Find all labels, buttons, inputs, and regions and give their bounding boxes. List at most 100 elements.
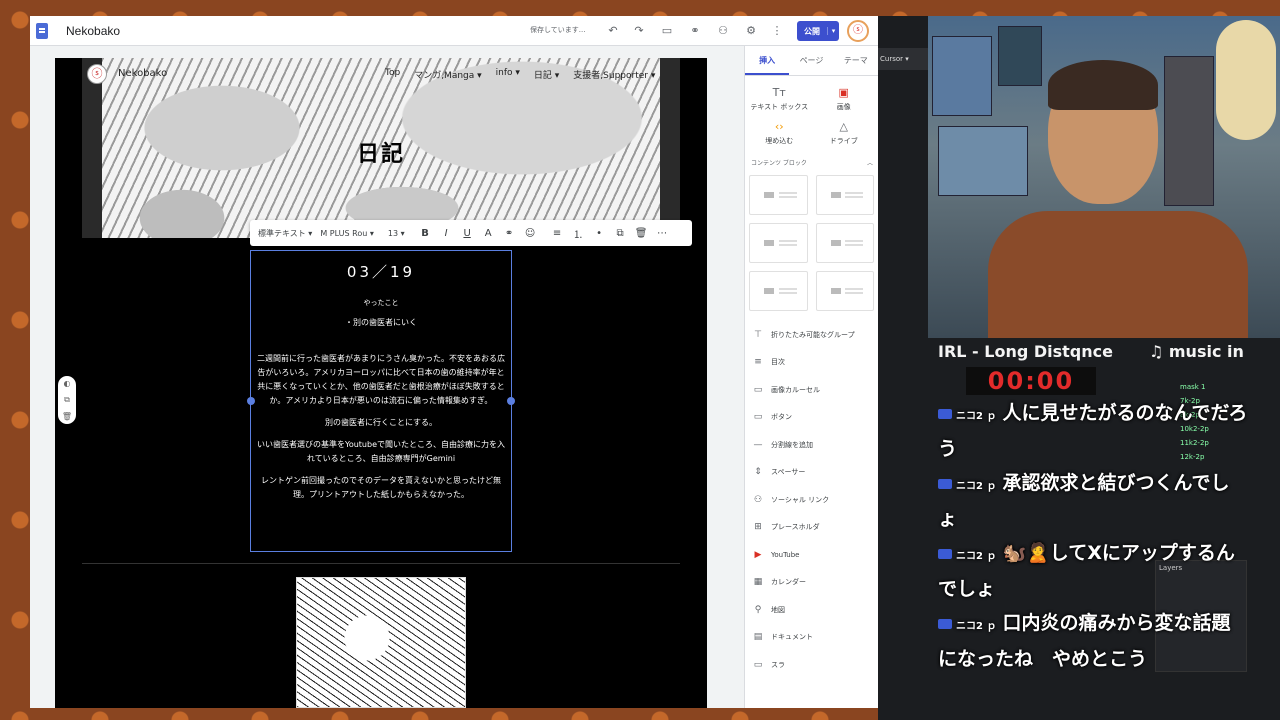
sites-logo-icon[interactable] <box>36 22 48 39</box>
content-block-option[interactable] <box>749 223 808 263</box>
bulleted-list-icon[interactable]: • <box>589 228 610 239</box>
insert-embed[interactable]: ‹› 埋め込む <box>747 120 812 146</box>
chat-username: ニコ2 ｐ <box>956 551 997 562</box>
tab-pages[interactable]: ページ <box>789 46 833 75</box>
diary-date[interactable]: 03／19 <box>251 261 511 282</box>
duplicate-icon[interactable]: ⧉ <box>64 395 70 405</box>
share-icon[interactable]: ⚇ <box>714 22 732 40</box>
nav-link-diary[interactable]: 日記 ▾ <box>534 68 559 81</box>
content-blocks-header[interactable]: コンテンツ ブロック ︿ <box>751 158 873 167</box>
link-icon[interactable]: ⚭ <box>499 228 520 239</box>
redo-icon[interactable]: ↷ <box>630 22 648 40</box>
underline-icon[interactable]: U <box>457 228 478 239</box>
insert-item-label: 目次 <box>771 358 785 367</box>
content-block-option[interactable] <box>815 271 874 311</box>
delete-icon[interactable]: 🗑 <box>62 412 72 421</box>
insert-document[interactable]: ▤ ドキュメント <box>745 624 878 652</box>
chevron-down-icon[interactable]: ▾ <box>827 27 839 35</box>
cursor-app-menu[interactable]: Cursor ▾ <box>878 48 928 70</box>
diary-paragraph[interactable]: いい歯医者選びの基準をYoutubeで聞いたところ、自由診療に力を入れているとこ… <box>251 438 511 466</box>
numbered-list-icon[interactable]: ⒈ <box>568 226 589 241</box>
resize-handle-right[interactable] <box>507 397 515 405</box>
align-icon[interactable]: ≡ <box>547 228 568 239</box>
delete-icon[interactable]: 🗑 <box>631 228 652 239</box>
tab-themes[interactable]: テーマ <box>834 46 878 75</box>
site-name[interactable]: Nekobako <box>118 68 167 79</box>
palette-icon[interactable]: ◐ <box>64 379 71 388</box>
avatar[interactable]: ⓢ <box>847 20 869 42</box>
paragraph-style-select[interactable]: 標準テキスト ▾ <box>258 228 312 239</box>
insert-slides[interactable]: ▭ スラ <box>745 651 878 679</box>
slides-icon: ▭ <box>753 659 763 670</box>
insert-text-box[interactable]: Tт テキスト ボックス <box>747 86 812 112</box>
font-size-select[interactable]: 13 ▾ <box>388 229 405 238</box>
diary-paragraph[interactable]: 二週間前に行った歯医者があまりにうさん臭かった。不安をあおる広告がいろいろ。アメ… <box>251 352 511 408</box>
duplicate-icon[interactable]: ⧉ <box>610 228 631 239</box>
bold-icon[interactable]: B <box>415 228 436 239</box>
manga-image[interactable] <box>296 577 466 708</box>
more-options-icon[interactable]: ⋯ <box>652 228 673 239</box>
insert-social-links[interactable]: ⚇ ソーシャル リンク <box>745 486 878 514</box>
embed-icon: ‹› <box>774 120 784 133</box>
chevron-up-icon: ︿ <box>866 160 873 167</box>
youtube-icon: ▶ <box>754 549 762 560</box>
undo-icon[interactable]: ↶ <box>604 22 622 40</box>
stream-timer: 00:00 <box>966 367 1096 395</box>
nav-links: Top マンガ,Manga ▾ info ▾ 日記 ▾ 支援者,Supporte… <box>385 68 655 81</box>
content-block-option[interactable] <box>815 223 874 263</box>
diary-paragraph[interactable]: 別の歯医者に行くことにする。 <box>251 416 511 430</box>
chat-message: ニコ2 ｐ 承認欲求と結びつくんでしょ <box>938 467 1248 535</box>
publish-button[interactable]: 公開 ▾ <box>797 21 839 41</box>
insert-panel: 挿入 ページ テーマ Tт テキスト ボックス ▣ 画像 ‹› 埋め込む △ ドライブ … <box>744 46 878 708</box>
nav-link-top[interactable]: Top <box>385 68 400 81</box>
settings-icon[interactable]: ⚙ <box>742 22 760 40</box>
chat-badge-icon <box>938 548 952 559</box>
insert-item-label: YouTube <box>771 550 800 559</box>
emoji-icon[interactable]: ☺ <box>520 228 541 239</box>
nav-link-info[interactable]: info ▾ <box>496 68 520 81</box>
font-select[interactable]: M PLUS Rou ▾ <box>320 229 374 238</box>
text-color-icon[interactable]: A <box>478 228 499 239</box>
nav-link-supporter[interactable]: 支援者,Supporter ▾ <box>573 68 655 81</box>
insert-collapsible-group[interactable]: ⊤ 折りたたみ可能なグループ <box>745 321 878 349</box>
text-format-toolbar: 標準テキスト ▾ M PLUS Rou ▾ 13 ▾ B I U A ⚭ ☺ ≡… <box>250 220 692 246</box>
insert-placeholder[interactable]: ⊞ プレースホルダ <box>745 514 878 542</box>
content-block-option[interactable] <box>815 175 874 215</box>
insert-image[interactable]: ▣ 画像 <box>812 86 877 112</box>
publish-label: 公開 <box>804 26 820 36</box>
insert-button[interactable]: ▭ ボタン <box>745 404 878 432</box>
wall-poster <box>932 36 992 116</box>
insert-youtube[interactable]: ▶ YouTube <box>745 541 878 569</box>
italic-icon[interactable]: I <box>436 228 457 239</box>
content-block-option[interactable] <box>749 271 808 311</box>
content-block-option[interactable] <box>749 175 808 215</box>
insert-calendar[interactable]: ▦ カレンダー <box>745 569 878 597</box>
toc-icon: ≡ <box>754 357 762 368</box>
insert-image-carousel[interactable]: ▭ 画像カルーセル <box>745 376 878 404</box>
insert-spacer[interactable]: ⇕ スペーサー <box>745 459 878 487</box>
insert-toc[interactable]: ≡ 目次 <box>745 349 878 377</box>
person-body <box>988 211 1248 338</box>
selected-text-box[interactable]: 03／19 やったこと ・別の歯医者にいく 二週間前に行った歯医者があまりにうさ… <box>247 250 515 552</box>
bookshelf <box>1164 56 1214 206</box>
diary-line[interactable] <box>251 330 511 352</box>
diary-line[interactable]: ・別の歯医者にいく <box>251 316 511 330</box>
insert-divider[interactable]: — 分割線を追加 <box>745 431 878 459</box>
tab-insert[interactable]: 挿入 <box>745 46 790 75</box>
preview-icon[interactable]: ▭ <box>658 22 676 40</box>
diary-line[interactable]: やったこと <box>251 296 511 310</box>
diary-paragraph[interactable]: レントゲン前回撮ったのでそのデータを貰えないかと思ったけど無理。プリントアウトし… <box>251 474 511 502</box>
site-title[interactable]: Nekobako <box>66 24 120 38</box>
wall-poster <box>938 126 1028 196</box>
insert-map[interactable]: ⚲ 地図 <box>745 596 878 624</box>
insert-drive[interactable]: △ ドライブ <box>812 120 877 146</box>
page-title[interactable]: 日記 <box>82 136 680 168</box>
more-menu-icon[interactable]: ⋮ <box>768 22 786 40</box>
link-icon[interactable]: ⚭ <box>686 22 704 40</box>
nav-link-manga[interactable]: マンガ,Manga ▾ <box>414 68 481 81</box>
resize-handle-left[interactable] <box>247 397 255 405</box>
insert-item-label: 画像カルーセル <box>771 385 820 394</box>
site-navigation: ⓢ Nekobako Top マンガ,Manga ▾ info ▾ 日記 ▾ 支… <box>55 58 707 90</box>
site-logo[interactable]: ⓢ <box>87 64 107 84</box>
chat-badge-icon <box>938 618 952 629</box>
